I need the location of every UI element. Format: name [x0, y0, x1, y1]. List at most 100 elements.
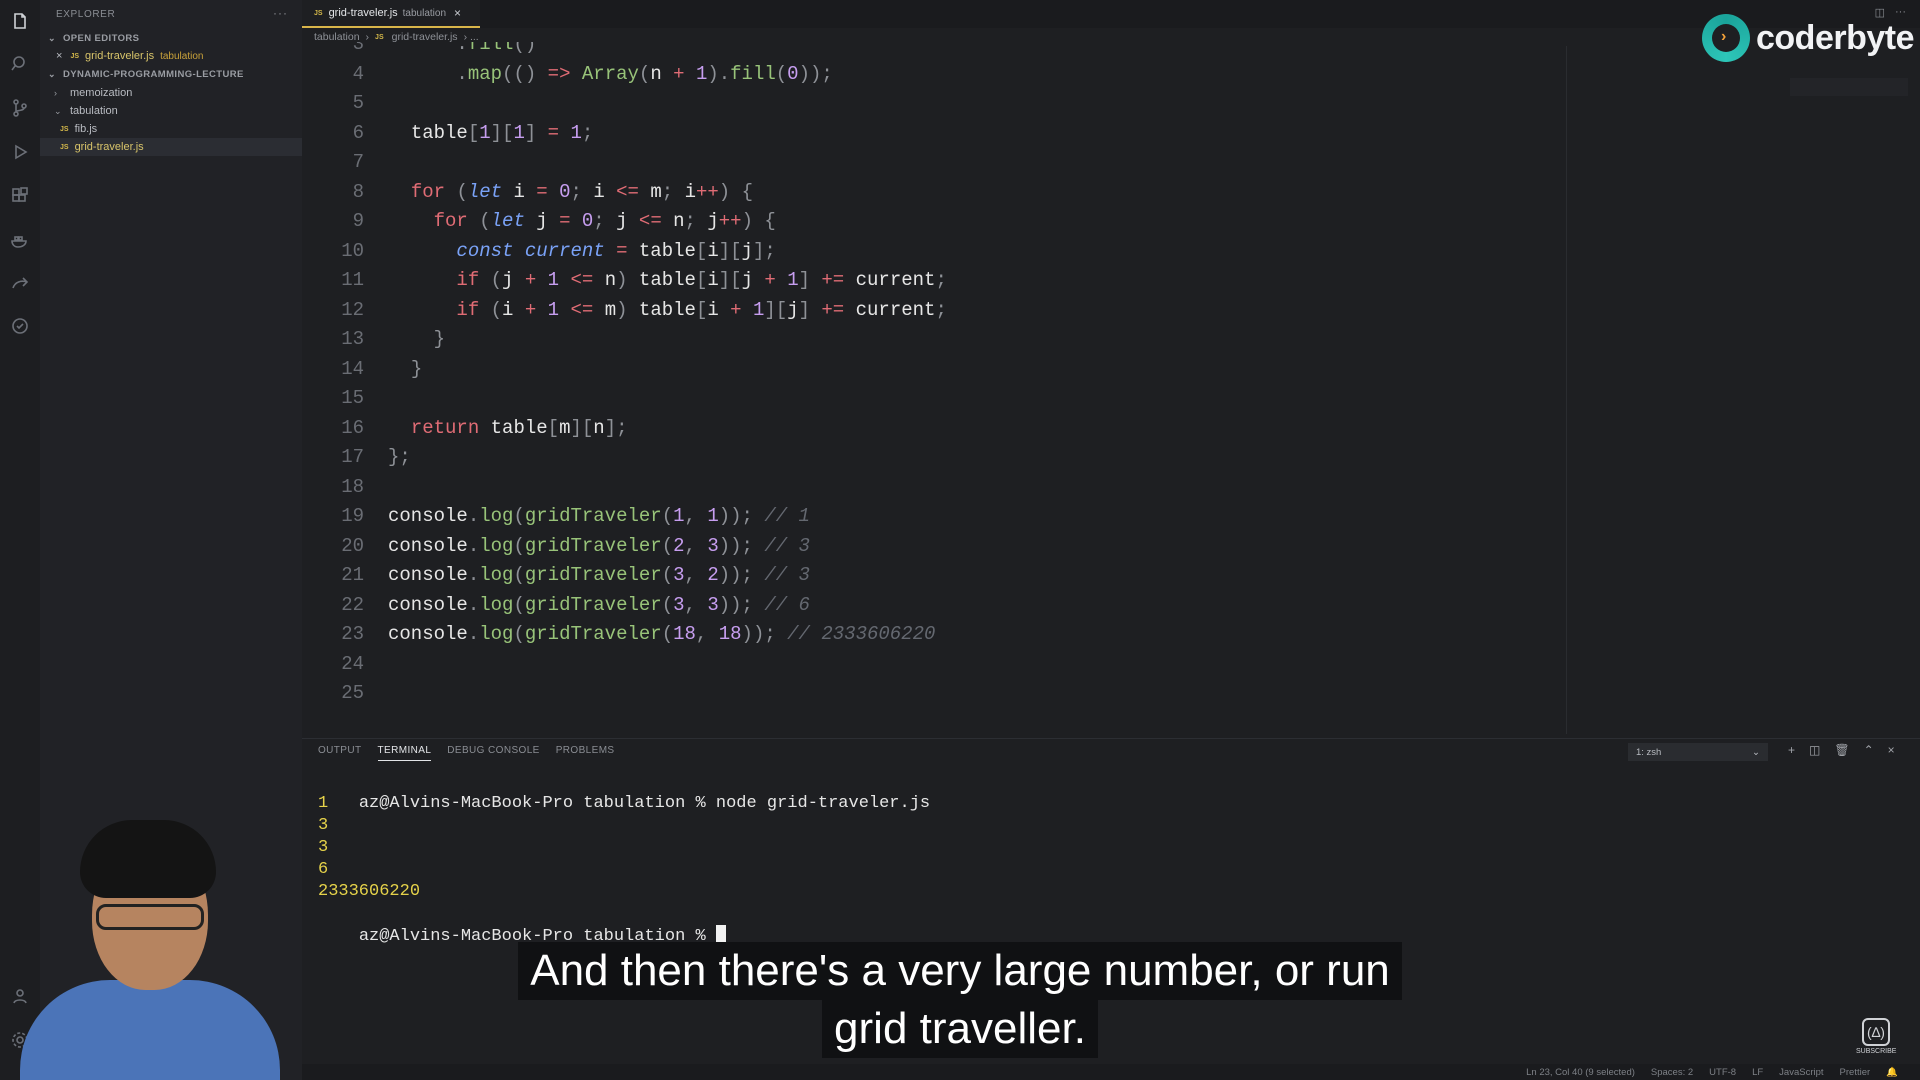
code-line[interactable]: 10 const current = table[i][j]; [302, 237, 776, 266]
run-debug-icon[interactable] [8, 140, 32, 164]
minimap[interactable] [1790, 78, 1908, 96]
code-line[interactable]: 15 [302, 384, 388, 413]
code-line[interactable]: 22 console.log(gridTraveler(3, 3)); // 6 [302, 591, 810, 620]
chevron-down-icon: ⌄ [48, 69, 56, 79]
terminal-output-line: 6 [318, 860, 329, 879]
project-section[interactable]: ⌄ DYNAMIC-PROGRAMMING-LECTURE [48, 69, 244, 80]
code-line[interactable]: 18 [302, 473, 388, 502]
chevron-down-icon: ⌄ [48, 33, 56, 43]
js-file-icon: JS [60, 125, 69, 133]
status-spaces[interactable]: Spaces: 2 [1651, 1067, 1693, 1078]
new-terminal-icon[interactable]: + [1788, 743, 1795, 757]
code-text: } [410, 357, 423, 380]
code-text: console.log(gridTraveler(2, 3)); // 3 [388, 534, 810, 557]
code-editor[interactable]: 3 .fill() 4 .map(() => Array(n + 1).fill(… [302, 42, 1566, 738]
line-number: 7 [352, 151, 364, 173]
code-line[interactable]: 12 if (i + 1 <= m) table[i + 1][j] += cu… [302, 296, 947, 325]
video-caption: And then there's a very large number, or… [0, 942, 1920, 1058]
js-file-icon: JS [375, 33, 384, 41]
code-line[interactable]: 20 console.log(gridTraveler(2, 3)); // 3 [302, 532, 810, 561]
chevron-right-icon: › [54, 88, 57, 98]
status-encoding[interactable]: UTF-8 [1709, 1067, 1736, 1078]
remote-explorer-icon[interactable] [8, 314, 32, 338]
file-item-fib[interactable]: JS fib.js [40, 120, 302, 138]
editor-tab-bar: JS grid-traveler.js tabulation × ◫ ··· [302, 0, 1920, 28]
code-line[interactable]: 21 console.log(gridTraveler(3, 2)); // 3 [302, 561, 810, 590]
line-number: 14 [341, 357, 364, 380]
code-line[interactable]: 23 console.log(gridTraveler(18, 18)); // … [302, 620, 935, 649]
code-line[interactable]: 14 } [302, 355, 422, 384]
code-text: const current = table[i][j]; [456, 239, 776, 262]
js-file-icon: JS [60, 143, 69, 151]
file-label: grid-traveler.js [74, 141, 144, 153]
close-panel-icon[interactable]: × [1888, 743, 1895, 757]
status-eol[interactable]: LF [1752, 1067, 1763, 1078]
code-line[interactable]: 9 for (let j = 0; j <= n; j++) { [302, 207, 776, 236]
code-line[interactable]: 13 } [302, 325, 445, 354]
folder-item-tabulation[interactable]: ⌄ tabulation [40, 102, 302, 120]
line-number: 23 [341, 623, 364, 645]
close-icon[interactable]: × [56, 50, 62, 62]
status-formatter[interactable]: Prettier [1840, 1067, 1871, 1078]
open-editors-label: OPEN EDITORS [63, 33, 140, 44]
maximize-panel-icon[interactable]: ⌃ [1864, 743, 1874, 757]
code-line[interactable]: 3 .fill() [302, 42, 537, 59]
line-number: 4 [352, 62, 364, 85]
caption-line-1: And then there's a very large number, or… [518, 942, 1402, 1000]
files-icon[interactable] [8, 10, 32, 34]
open-editor-item[interactable]: × JS grid-traveler.js tabulation [40, 47, 302, 65]
code-line[interactable]: 6 table[1][1] = 1; [302, 119, 594, 148]
terminal-select[interactable]: 1: zsh ⌄ [1628, 743, 1768, 761]
caption-line-2: grid traveller. [822, 1000, 1098, 1058]
bell-icon[interactable]: 🔔 [1886, 1067, 1898, 1078]
source-control-icon[interactable] [8, 96, 32, 120]
code-line[interactable]: 5 [302, 89, 388, 118]
status-cursor-position[interactable]: Ln 23, Col 40 (9 selected) [1526, 1067, 1635, 1078]
line-number: 20 [341, 534, 364, 557]
code-line[interactable]: 7 [302, 148, 388, 177]
tab-label: grid-traveler.js [328, 7, 398, 19]
chevron-down-icon: ⌄ [54, 105, 62, 116]
subscribe-label: SUBSCRIBE [1856, 1048, 1897, 1055]
terminal-output-line: 1 [318, 794, 329, 813]
code-line[interactable]: 16 return table[m][n]; [302, 414, 627, 443]
code-line[interactable]: 11 if (j + 1 <= n) table[i][j + 1] += cu… [302, 266, 947, 295]
code-line[interactable]: 8 for (let i = 0; i <= m; i++) { [302, 178, 753, 207]
trash-icon[interactable]: 🗑 [1834, 743, 1849, 757]
open-editors-section[interactable]: ⌄ OPEN EDITORS [48, 33, 139, 44]
explorer-more-button[interactable]: ··· [273, 6, 288, 20]
line-number: 5 [352, 92, 364, 114]
docker-icon[interactable] [8, 228, 32, 252]
code-line[interactable]: 17}; [302, 443, 411, 472]
code-line[interactable]: 19 console.log(gridTraveler(1, 1)); // 1 [302, 502, 810, 531]
tab-output[interactable]: OUTPUT [318, 745, 362, 761]
file-item-grid-traveler[interactable]: JS grid-traveler.js [40, 138, 302, 156]
terminal-command-line: az@Alvins-MacBook-Pro tabulation % node … [318, 771, 930, 837]
split-terminal-icon[interactable]: ◫ [1809, 743, 1820, 757]
terminal-output-line: 2333606220 [318, 882, 421, 901]
freecodecamp-icon: (∆) [1862, 1018, 1890, 1046]
open-editor-folder: tabulation [160, 50, 204, 62]
code-text: table[1][1] = 1; [410, 121, 594, 144]
tab-debug-console[interactable]: DEBUG CONSOLE [447, 745, 539, 761]
tab-problems[interactable]: PROBLEMS [556, 745, 615, 761]
code-line[interactable]: 4 .map(() => Array(n + 1).fill(0)); [302, 60, 833, 89]
tab-terminal[interactable]: TERMINAL [377, 745, 432, 761]
code-line[interactable]: 25 [302, 679, 388, 708]
live-share-icon[interactable] [8, 272, 32, 296]
code-line[interactable]: 24 [302, 650, 388, 679]
presenter-glasses [96, 904, 204, 930]
code-text: console.log(gridTraveler(3, 2)); // 3 [388, 564, 810, 586]
folder-label: tabulation [70, 105, 118, 117]
close-icon[interactable]: × [454, 6, 461, 20]
tab-grid-traveler[interactable]: JS grid-traveler.js tabulation × [302, 0, 480, 28]
extensions-icon[interactable] [8, 184, 32, 208]
status-language[interactable]: JavaScript [1779, 1067, 1823, 1078]
search-icon[interactable] [8, 52, 32, 76]
folder-label: memoization [70, 87, 133, 99]
subscribe-button[interactable]: (∆) SUBSCRIBE [1856, 1018, 1896, 1058]
line-number: 25 [341, 682, 364, 704]
presenter-hair [80, 820, 216, 898]
code-text: } [433, 328, 446, 350]
folder-item-memoization[interactable]: › memoization [40, 84, 302, 102]
